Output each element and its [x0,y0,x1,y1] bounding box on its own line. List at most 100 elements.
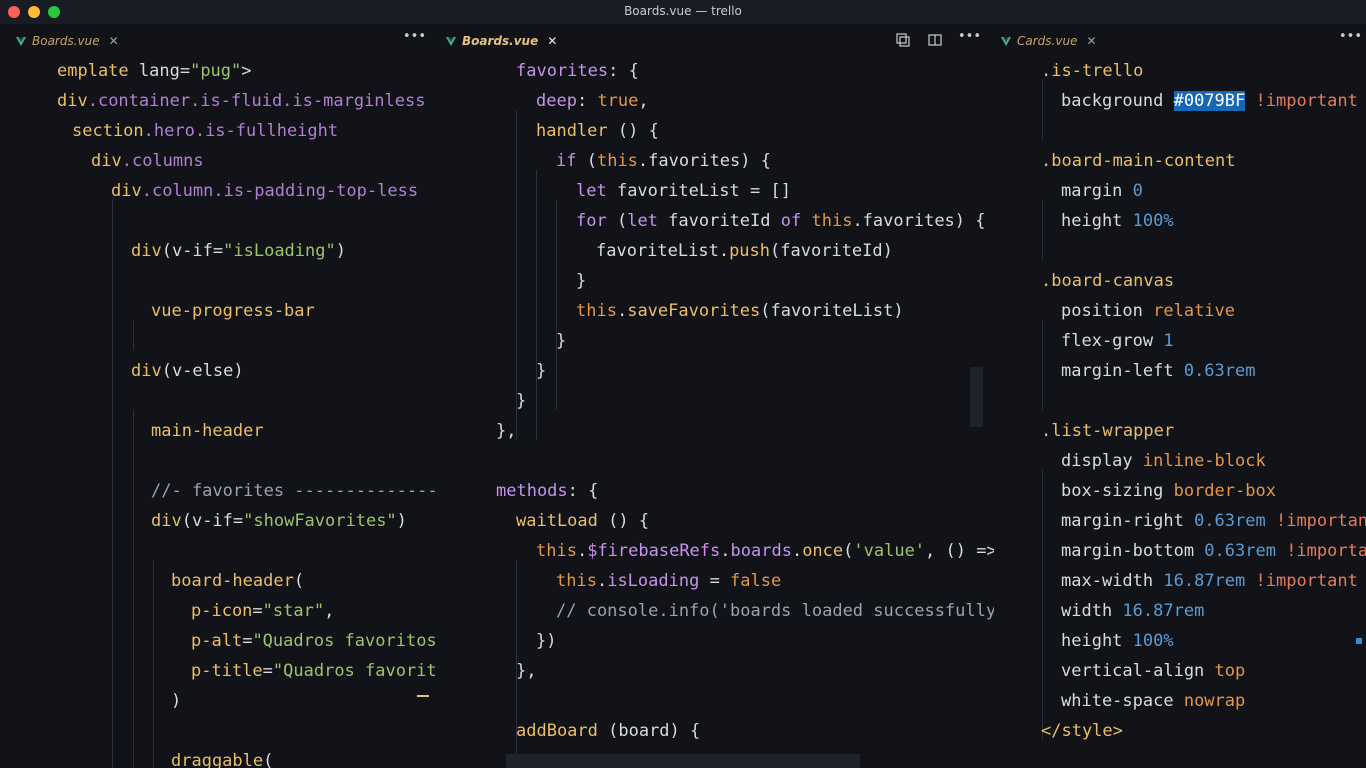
code-line: position relative [1061,296,1235,326]
code-line: waitLoad () { [516,506,649,536]
code-token: : { [608,61,639,81]
code-line: addBoard (board) { [516,716,700,746]
more-options-icon[interactable]: ••• [1339,29,1362,44]
code-line: this.$firebaseRefs.boards.once('value', … [536,536,994,566]
code-token: addBoard [516,721,598,741]
code-token: // console.info('boards loaded successfu… [556,601,994,621]
code-token: !important [1286,541,1366,561]
tab-cards-vue[interactable]: Cards.vue ✕ [1001,32,1097,50]
code-token: display [1061,451,1143,471]
code-token: 1 [1163,331,1174,351]
tab-boards-vue-active[interactable]: Boards.vue ✕ [446,32,557,50]
selected-text: #0079BF [1173,91,1246,111]
code-line: </style> [1041,716,1123,746]
code-token: ) [396,511,407,531]
code-token: this [536,541,577,561]
code-token: flex-grow [1061,331,1164,351]
code-token: top [1214,661,1246,681]
more-options-icon[interactable]: ••• [403,29,426,44]
indent-guide [556,200,557,410]
code-line: } [576,266,586,296]
code-editor[interactable]: emplate lang="pug"> div.container.is-flui… [0,54,440,768]
code-line: p-icon="star", [191,596,334,626]
code-token: . [616,301,628,321]
code-token: //- favorites -------------- [151,481,438,501]
code-token: , [324,601,335,621]
text-cursor [417,695,429,697]
code-token: p-alt [191,631,243,651]
editor-pane-right: Cards.vue ✕ ••• .is-trello background #00… [994,24,1366,768]
minimap-marker [1356,638,1362,644]
code-token: inline-block [1142,451,1266,471]
code-editor[interactable]: .is-trello background #0079BF !important.… [994,54,1366,768]
code-token: ( [293,571,305,591]
code-token: (v-if= [181,511,244,531]
code-token: . [596,571,608,591]
code-token: position [1061,301,1154,321]
code-token: ) [335,241,346,261]
code-token: , [638,91,649,111]
code-token: "Quadros favorit [272,661,437,681]
code-token: this [576,301,617,321]
code-token: } [556,331,567,351]
code-token: }, [516,661,537,681]
code-token: } [516,391,527,411]
tab-label: Cards.vue [1017,34,1078,48]
code-token: 100% [1132,631,1174,651]
code-line: box-sizing border-box [1061,476,1276,506]
code-token: !important [1255,571,1358,591]
code-token: waitLoad [516,511,598,531]
code-line: main-header [151,416,264,446]
editor-pane-left: Boards.vue ✕ ••• emplate lang="pug"> div.… [0,24,440,768]
code-token: . [576,541,588,561]
indent-guide [112,200,113,768]
code-token: 16.87rem [1122,601,1205,621]
minimap-slider[interactable] [970,367,983,427]
close-tab-icon[interactable]: ✕ [1086,34,1096,48]
close-tab-icon[interactable]: ✕ [109,34,119,48]
code-token: this [556,571,597,591]
code-token: div [111,181,142,201]
code-line: emplate lang="pug"> [57,56,252,86]
code-line: this.isLoading = false [556,566,781,596]
code-token: .favorites) { [852,211,986,231]
close-tab-icon[interactable]: ✕ [547,34,557,48]
code-token: handler [536,121,608,141]
code-line: p-alt="Quadros favoritos [191,626,437,656]
code-token: div [57,91,88,111]
open-changes-icon[interactable] [895,32,911,48]
vue-file-icon [16,36,26,46]
code-token: 0.63rem [1204,541,1276,561]
code-line: board-header( [171,566,304,596]
code-token: }) [536,631,557,651]
code-token: (v-if= [161,241,224,261]
code-token: favoriteList. [596,241,730,261]
code-token: 'value' [853,541,926,561]
code-token: 0.63rem [1194,511,1266,531]
code-token: push [729,241,771,261]
horizontal-scrollbar[interactable] [506,754,860,768]
code-line: if (this.favorites) { [556,146,771,176]
code-token: , () => [925,541,994,561]
more-options-icon[interactable]: ••• [958,29,981,44]
code-token: once [802,541,844,561]
code-line: deep: true, [536,86,649,116]
code-token: ( [576,151,597,171]
code-token: .hero.is-fullheight [143,121,339,141]
tab-boards-vue-left[interactable]: Boards.vue ✕ [16,32,119,50]
code-token: .column.is-padding-top-less [141,181,419,201]
code-token: "showFavorites" [243,511,397,531]
code-line: margin-bottom 0.63rem !important [1061,536,1366,566]
code-token: !important [1255,91,1358,111]
code-editor[interactable]: favorites: {deep: true, handler () {if (t… [440,54,994,768]
code-line: } [536,356,546,386]
code-token: ( [606,211,628,231]
code-line: margin 0 [1061,176,1143,206]
split-editor-icon[interactable] [927,32,943,48]
code-token: (favoriteId) [770,241,893,261]
code-token: width [1061,601,1123,621]
code-line: } [556,326,566,356]
code-token: 0 [1132,181,1143,201]
